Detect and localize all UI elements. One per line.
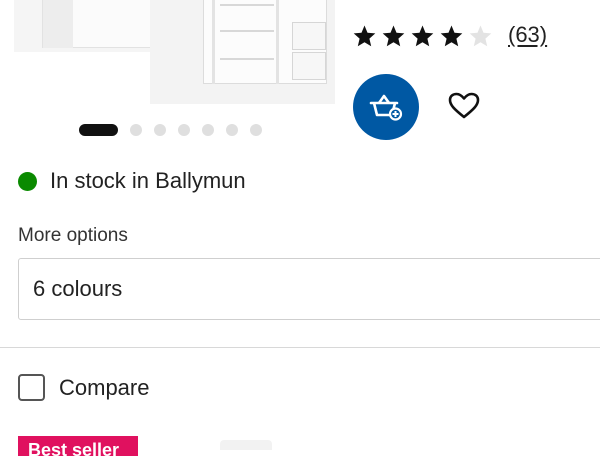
add-to-cart-button[interactable] <box>353 74 419 140</box>
compare-toggle[interactable]: Compare <box>18 374 149 401</box>
best-seller-badge: Best seller <box>18 436 138 456</box>
product-image-1[interactable] <box>14 0 177 52</box>
more-options-label: More options <box>18 225 128 246</box>
carousel-dot[interactable] <box>178 123 190 136</box>
rating-stars[interactable] <box>352 24 493 48</box>
carousel-dot[interactable] <box>226 123 238 136</box>
stock-status: In stock in Ballymun <box>18 168 246 194</box>
carousel-dot-active[interactable] <box>79 123 118 136</box>
product-image-loft-bed <box>203 0 327 84</box>
carousel-dot[interactable] <box>130 123 142 136</box>
star-filled-icon <box>440 25 463 47</box>
stock-status-text: In stock in Ballymun <box>50 168 246 193</box>
carousel-dot[interactable] <box>154 123 166 136</box>
best-seller-badge-text: Best seller <box>28 440 120 456</box>
faded-element <box>220 440 272 450</box>
carousel-dot[interactable] <box>250 123 262 136</box>
star-filled-icon <box>411 25 434 47</box>
add-to-favourites-button[interactable] <box>446 88 482 124</box>
in-stock-indicator <box>18 171 37 191</box>
star-filled-icon <box>382 25 405 47</box>
colour-options-selector[interactable]: 6 colours <box>18 258 600 320</box>
shopping-basket-plus-icon <box>369 94 403 121</box>
review-count-link[interactable]: (63) <box>508 22 547 48</box>
heart-outline-icon <box>448 92 480 119</box>
compare-checkbox[interactable] <box>18 374 45 401</box>
star-filled-icon <box>353 25 376 47</box>
compare-label: Compare <box>59 374 150 400</box>
section-divider <box>0 347 600 348</box>
carousel-dot[interactable] <box>202 123 214 136</box>
image-carousel-dots <box>79 123 262 136</box>
star-empty-icon <box>469 25 492 47</box>
colour-options-value: 6 colours <box>33 276 123 301</box>
